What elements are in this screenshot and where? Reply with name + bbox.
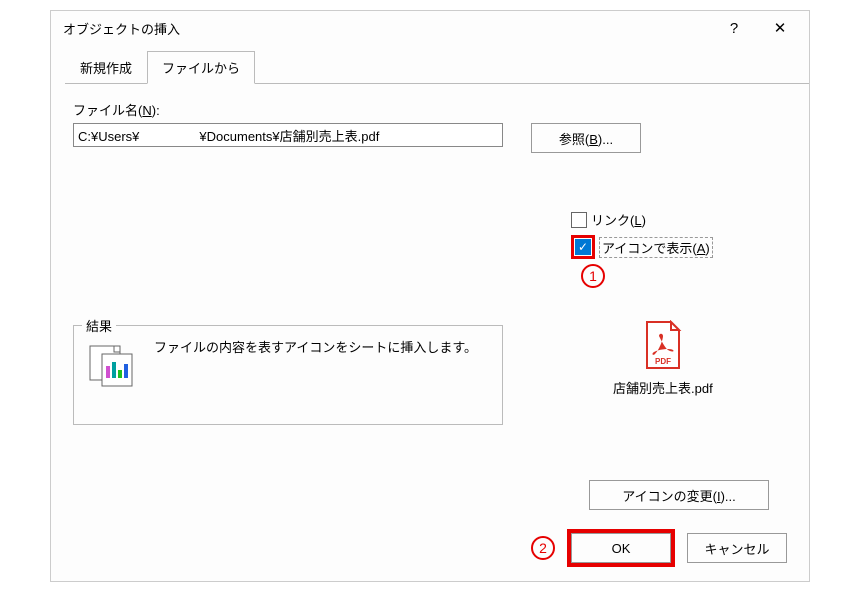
annotation-highlight-1: ✓	[571, 235, 595, 259]
tabs: 新規作成 ファイルから	[65, 51, 809, 84]
close-button[interactable]: ✕	[757, 12, 803, 44]
result-group: 結果 ファイルの内容を表すアイコンをシートに挿入します。	[73, 325, 503, 425]
annotation-2: 2	[531, 536, 555, 560]
link-checkbox[interactable]	[571, 212, 587, 228]
titlebar: オブジェクトの挿入 ? ✕	[51, 11, 809, 45]
result-legend: 結果	[82, 316, 116, 335]
annotation-highlight-2: OK	[567, 529, 675, 567]
preview-filename: 店舗別売上表.pdf	[613, 378, 713, 397]
preview-area: PDF 店舗別売上表.pdf	[613, 320, 713, 397]
filename-label: ファイル名(N):	[73, 100, 787, 119]
cancel-button[interactable]: キャンセル	[687, 533, 787, 563]
tab-create-new[interactable]: 新規作成	[65, 51, 147, 84]
filename-input[interactable]: C:¥Users¥ ¥Documents¥店舗別売上表.pdf	[73, 123, 503, 147]
ok-button[interactable]: OK	[571, 533, 671, 563]
annotation-1: 1	[581, 264, 605, 288]
tab-from-file[interactable]: ファイルから	[147, 51, 255, 84]
insert-object-dialog: オブジェクトの挿入 ? ✕ 新規作成 ファイルから ファイル名(N): C:¥U…	[50, 10, 810, 582]
link-checkbox-row[interactable]: リンク(L)	[571, 210, 713, 229]
svg-text:PDF: PDF	[655, 357, 671, 366]
titlebar-controls: ? ✕	[711, 12, 803, 44]
show-as-icon-checkbox[interactable]: ✓	[575, 239, 591, 255]
change-icon-button[interactable]: アイコンの変更(I)...	[589, 480, 769, 510]
file-row: C:¥Users¥ ¥Documents¥店舗別売上表.pdf 参照(B)...	[73, 123, 787, 153]
link-label: リンク(L)	[591, 210, 646, 229]
browse-button[interactable]: 参照(B)...	[531, 123, 641, 153]
show-as-icon-label: アイコンで表示(A)	[599, 237, 713, 258]
content-area: ファイル名(N): C:¥Users¥ ¥Documents¥店舗別売上表.pdf…	[51, 84, 809, 425]
dialog-title: オブジェクトの挿入	[63, 19, 180, 38]
result-icon	[88, 344, 136, 388]
show-as-icon-row[interactable]: ✓ アイコンで表示(A)	[571, 235, 713, 259]
options-area: リンク(L) ✓ アイコンで表示(A) 1	[571, 210, 713, 265]
result-text: ファイルの内容を表すアイコンをシートに挿入します。	[154, 338, 477, 358]
filename-part2: ¥Documents¥店舗別売上表.pdf	[199, 129, 379, 144]
footer: 2 OK キャンセル	[531, 529, 787, 567]
help-button[interactable]: ?	[711, 12, 757, 44]
filename-part1: C:¥Users¥	[78, 129, 139, 144]
pdf-icon: PDF	[641, 320, 685, 372]
